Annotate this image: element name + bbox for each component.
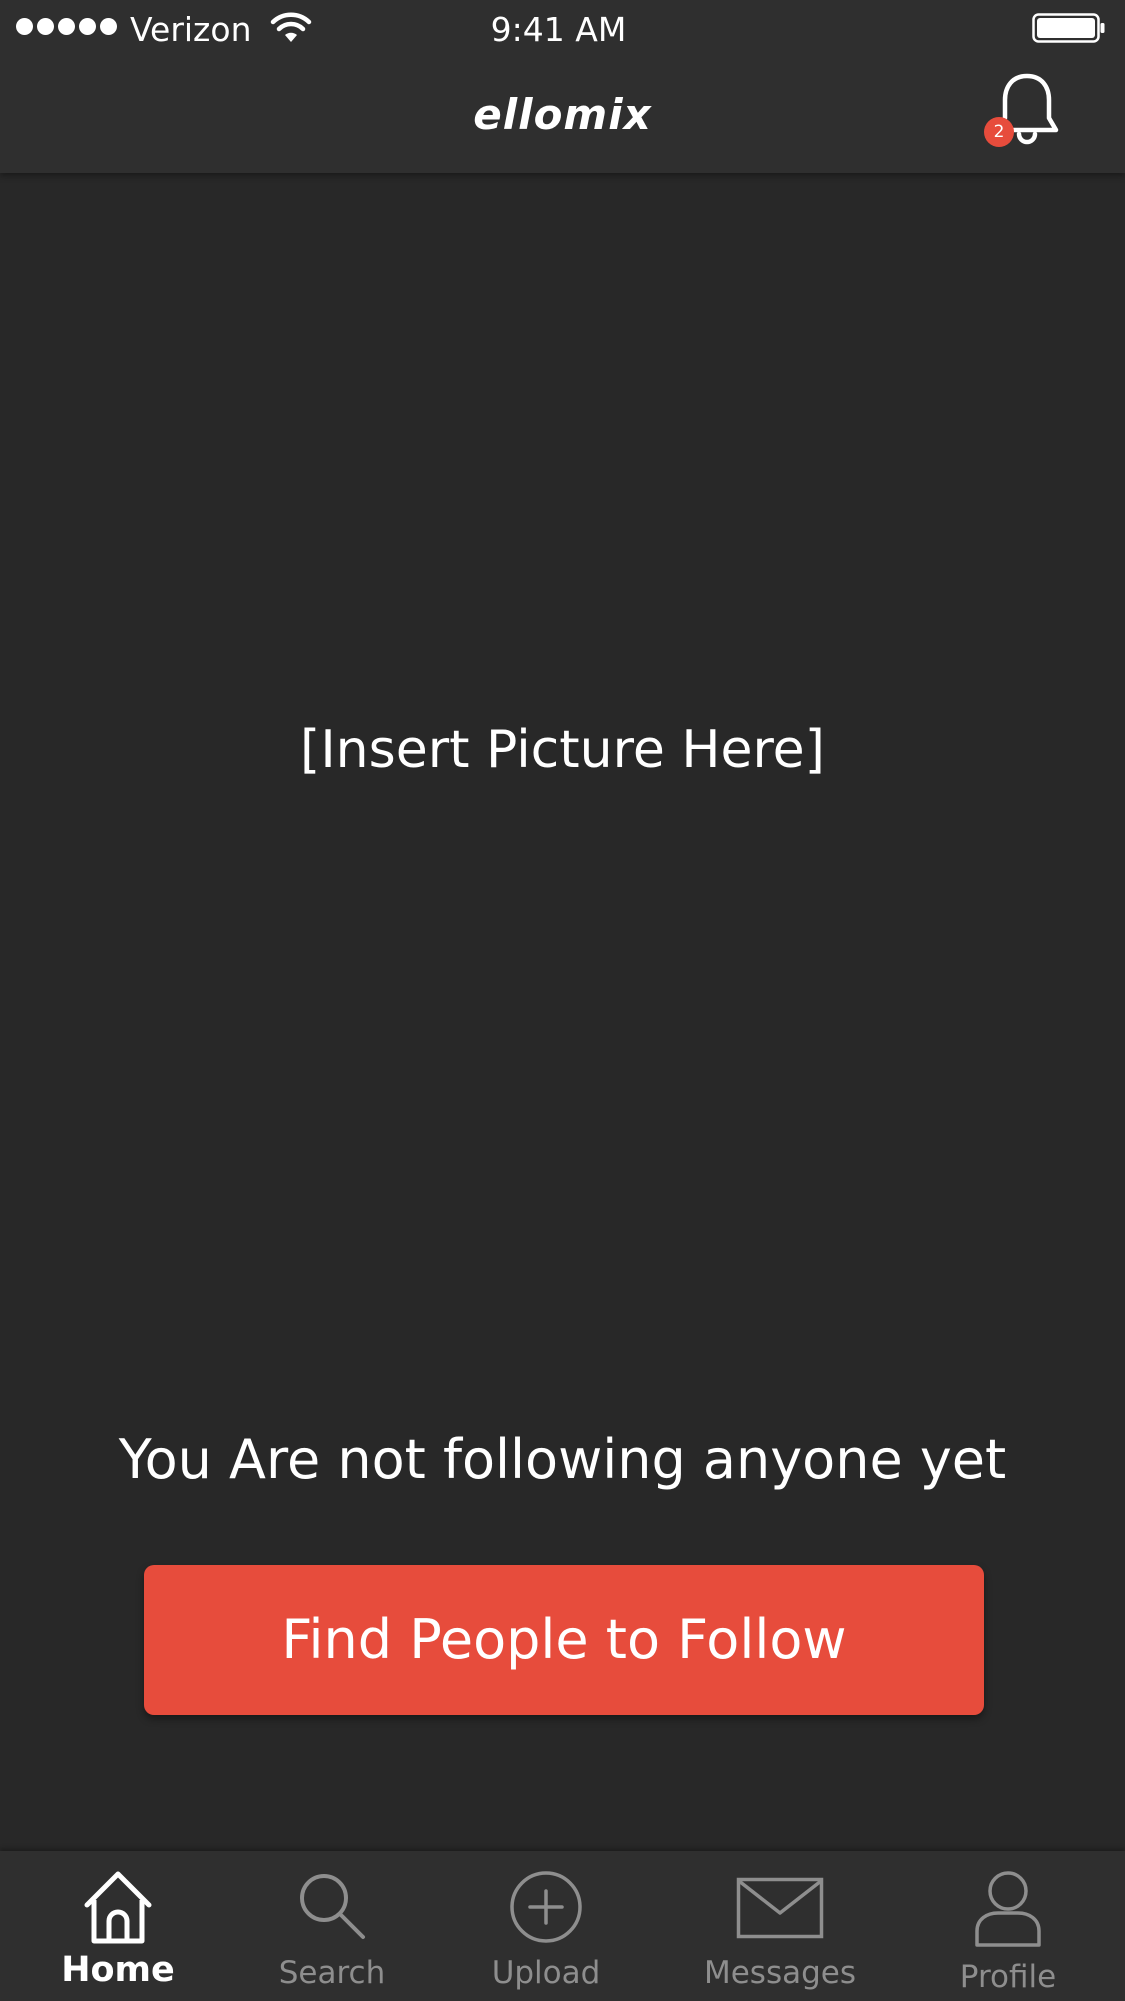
battery-icon <box>1032 13 1105 43</box>
top-bar: Verizon 9:41 AM ellomix 2 <box>0 0 1125 173</box>
notifications-button[interactable]: 2 <box>980 72 1060 152</box>
search-icon <box>300 1874 365 1939</box>
plus-circle-icon <box>510 1871 582 1943</box>
user-icon <box>975 1871 1041 1947</box>
home-icon <box>84 1871 152 1944</box>
tab-profile[interactable]: Profile <box>928 1851 1088 2001</box>
picture-placeholder: [Insert Picture Here] <box>300 720 825 780</box>
tab-upload[interactable]: Upload <box>466 1851 626 2001</box>
status-time: 9:41 AM <box>490 10 627 49</box>
tab-label: Upload <box>491 1955 601 1991</box>
app-title: ellomix <box>473 90 652 139</box>
tab-home[interactable]: Home <box>38 1851 198 2001</box>
tab-search[interactable]: Search <box>252 1851 412 2001</box>
tab-label: Messages <box>703 1955 857 1991</box>
tab-label: Search <box>278 1955 386 1991</box>
find-people-button[interactable]: Find People to Follow <box>144 1565 984 1715</box>
tab-label: Home <box>61 1950 175 1990</box>
envelope-icon <box>736 1877 824 1939</box>
tab-label: Profile <box>959 1959 1057 1995</box>
notification-badge: 2 <box>984 117 1014 147</box>
empty-state-message: You Are not following anyone yet <box>118 1428 1007 1491</box>
status-bar: Verizon 9:41 AM <box>0 0 1125 60</box>
tab-bar: Home Search Upload Messages Profile <box>0 1851 1125 2001</box>
tab-messages[interactable]: Messages <box>680 1851 880 2001</box>
